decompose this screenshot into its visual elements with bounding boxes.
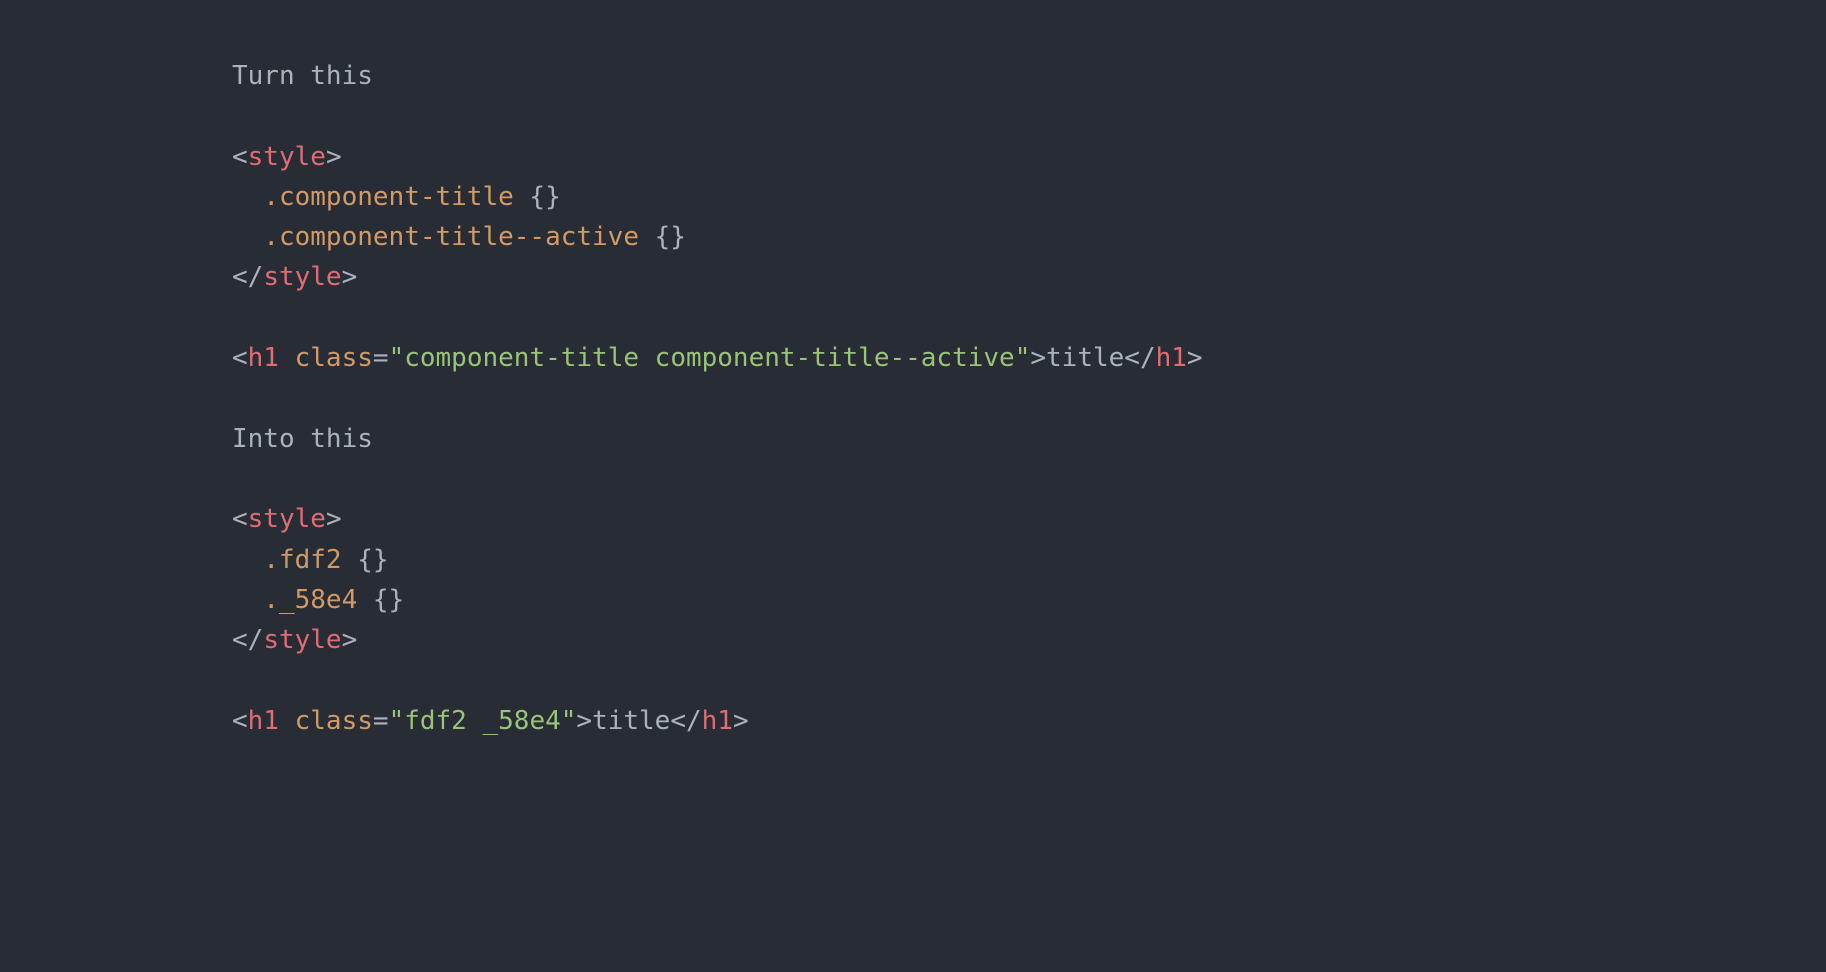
angle-close: > (342, 262, 358, 292)
angle-close: > (1187, 343, 1203, 373)
tag-style-close: style (263, 625, 341, 655)
h1-text: title (592, 706, 670, 736)
attr-class: class (295, 706, 373, 736)
angle-open: < (232, 504, 248, 534)
selector-2-after: ._58e4 (263, 585, 357, 615)
tag-style-close: style (263, 262, 341, 292)
tag-h1-open: h1 (248, 343, 279, 373)
tag-style-open: style (248, 142, 326, 172)
h1-text: title (1046, 343, 1124, 373)
class-value-after: "fdf2 _58e4" (389, 706, 577, 736)
selector-2: .component-title--active (263, 222, 639, 252)
braces: {} (529, 182, 560, 212)
angle-close: > (733, 706, 749, 736)
equals: = (373, 343, 389, 373)
code-block: Turn this <style> .component-title {} .c… (0, 0, 1826, 741)
equals: = (373, 706, 389, 736)
angle-open-slash: </ (232, 625, 263, 655)
angle-open-slash: </ (1124, 343, 1155, 373)
angle-open: < (232, 706, 248, 736)
braces: {} (373, 585, 404, 615)
tag-style-open: style (248, 504, 326, 534)
tag-h1-close: h1 (1156, 343, 1187, 373)
class-value: "component-title component-title--active… (389, 343, 1031, 373)
tag-h1-open: h1 (248, 706, 279, 736)
label-after: Into this (232, 424, 373, 454)
braces: {} (357, 545, 388, 575)
angle-close: > (326, 142, 342, 172)
label-before: Turn this (232, 61, 373, 91)
angle-close: > (576, 706, 592, 736)
angle-open: < (232, 343, 248, 373)
angle-close: > (342, 625, 358, 655)
braces: {} (655, 222, 686, 252)
angle-close: > (326, 504, 342, 534)
angle-open-slash: </ (232, 262, 263, 292)
angle-open-slash: </ (670, 706, 701, 736)
attr-class: class (295, 343, 373, 373)
angle-open: < (232, 142, 248, 172)
angle-close: > (1030, 343, 1046, 373)
selector-1: .component-title (263, 182, 513, 212)
tag-h1-close: h1 (702, 706, 733, 736)
selector-1-after: .fdf2 (263, 545, 341, 575)
